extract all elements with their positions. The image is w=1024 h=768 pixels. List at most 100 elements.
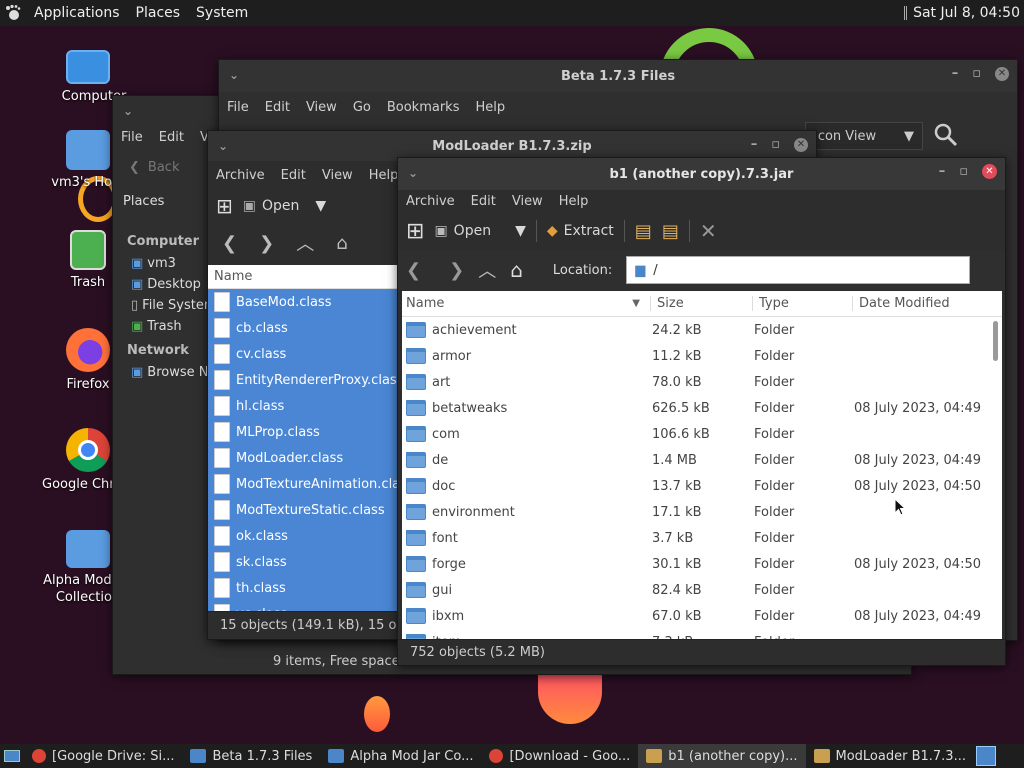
column-header-type[interactable]: Type xyxy=(752,296,852,311)
taskbar-item[interactable]: Beta 1.7.3 Files xyxy=(182,744,320,768)
beta-menu-view[interactable]: View xyxy=(306,100,337,115)
front-menu-help[interactable]: Help xyxy=(559,194,589,209)
window-menu-icon[interactable]: ⌄ xyxy=(123,104,133,118)
table-row[interactable]: environment 17.1 kB Folder xyxy=(402,499,1002,525)
forward-arrow-icon[interactable]: ❯ xyxy=(259,233,274,254)
table-row[interactable]: doc 13.7 kB Folder 08 July 2023, 04:50 xyxy=(402,473,1002,499)
jar-archive-window[interactable]: ⌄ b1 (another copy).7.3.jar – ▫ ✕ Archiv… xyxy=(397,157,1006,666)
column-header-date[interactable]: Date Modified xyxy=(852,296,992,311)
table-row[interactable]: com 106.6 kB Folder xyxy=(402,421,1002,447)
taskbar-item[interactable]: b1 (another copy)... xyxy=(638,744,806,768)
minimize-icon[interactable]: – xyxy=(952,66,959,81)
front-menu-view[interactable]: View xyxy=(512,194,543,209)
beta-menu-file[interactable]: File xyxy=(227,100,249,115)
maximize-icon[interactable]: ▫ xyxy=(972,66,981,81)
sidebar-item-browse-network[interactable]: ▣ Browse Network xyxy=(113,362,253,383)
list-item[interactable]: EntityRendererProxy.class xyxy=(208,367,398,393)
close-icon[interactable]: ✕ xyxy=(995,66,1009,81)
mid-menu-help[interactable]: Help xyxy=(369,168,399,183)
column-header-name[interactable]: Name xyxy=(208,265,398,289)
taskbar-item[interactable]: [Download - Goo... xyxy=(481,744,638,768)
list-item[interactable]: ModTextureStatic.class xyxy=(208,497,398,523)
table-row[interactable]: de 1.4 MB Folder 08 July 2023, 04:49 xyxy=(402,447,1002,473)
table-row[interactable]: art 78.0 kB Folder xyxy=(402,369,1002,395)
workspace-switcher-icon[interactable] xyxy=(975,746,996,766)
list-item[interactable]: BaseMod.class xyxy=(208,289,398,315)
open-button[interactable]: ▣ Open ▼ xyxy=(243,198,326,214)
chrome-icon xyxy=(66,428,110,472)
front-menu-edit[interactable]: Edit xyxy=(471,194,496,209)
close-icon[interactable]: ✕ xyxy=(794,137,808,152)
maximize-icon[interactable]: ▫ xyxy=(959,164,968,179)
location-input[interactable]: ▆ / xyxy=(626,256,971,284)
home-menu-edit[interactable]: Edit xyxy=(159,130,184,145)
forward-arrow-icon[interactable]: ❯ xyxy=(449,260,464,281)
list-item[interactable]: cb.class xyxy=(208,315,398,341)
window-menu-icon[interactable]: ⌄ xyxy=(218,139,228,153)
search-icon[interactable] xyxy=(933,122,959,153)
sidebar-item-desktop[interactable]: ▣ Desktop xyxy=(113,274,209,295)
view-mode-select[interactable]: Icon View ▼ xyxy=(805,122,923,150)
window-menu-icon[interactable]: ⌄ xyxy=(229,68,239,82)
list-item[interactable]: ModLoader.class xyxy=(208,445,398,471)
open-dropdown-icon[interactable]: ▼ xyxy=(515,223,526,239)
beta-menu-help[interactable]: Help xyxy=(475,100,505,115)
list-item[interactable]: th.class xyxy=(208,575,398,601)
stop-icon[interactable]: ✕ xyxy=(700,219,717,243)
up-arrow-icon[interactable]: ︿ xyxy=(296,230,314,256)
gnome-foot-icon[interactable] xyxy=(0,0,26,26)
sidebar-item-vm3[interactable]: ▣ vm3 xyxy=(113,253,209,274)
table-row[interactable]: betatweaks 626.5 kB Folder 08 July 2023, 04… xyxy=(402,395,1002,421)
table-row[interactable]: font 3.7 kB Folder xyxy=(402,525,1002,551)
beta-menu-go[interactable]: Go xyxy=(353,100,371,115)
column-header-size[interactable]: Size xyxy=(650,296,752,311)
list-item[interactable]: cv.class xyxy=(208,341,398,367)
home-icon[interactable]: ⌂ xyxy=(510,258,523,282)
new-archive-icon[interactable]: ⊞ xyxy=(406,219,424,244)
open-button[interactable]: ▣ Open xyxy=(434,223,491,239)
taskbar-item[interactable]: [Google Drive: Si... xyxy=(24,744,182,768)
beta-menu-edit[interactable]: Edit xyxy=(265,100,290,115)
mid-menu-view[interactable]: View xyxy=(322,168,353,183)
add-folder-icon[interactable]: ▤ xyxy=(662,221,679,242)
list-item[interactable]: sk.class xyxy=(208,549,398,575)
clock-area[interactable]: Sat Jul 8, 04:50 xyxy=(904,0,1020,26)
column-header-name[interactable]: Name ▼ xyxy=(402,296,650,311)
extract-button[interactable]: ◆ Extract xyxy=(547,223,614,239)
up-arrow-icon[interactable]: ︿ xyxy=(478,257,496,283)
home-menu-file[interactable]: File xyxy=(121,130,143,145)
applications-menu[interactable]: Applications xyxy=(26,5,128,21)
front-menu-archive[interactable]: Archive xyxy=(406,194,455,209)
new-archive-icon[interactable]: ⊞ xyxy=(216,194,233,218)
beta-menu-bookmarks[interactable]: Bookmarks xyxy=(387,100,460,115)
places-menu[interactable]: Places xyxy=(128,5,189,21)
table-row[interactable]: achievement 24.2 kB Folder xyxy=(402,317,1002,343)
taskbar-item[interactable]: Alpha Mod Jar Co... xyxy=(320,744,481,768)
show-desktop-icon[interactable] xyxy=(0,744,24,768)
sidebar-item-trash[interactable]: ▣ Trash xyxy=(113,316,209,337)
mid-menu-archive[interactable]: Archive xyxy=(216,168,265,183)
list-item[interactable]: ok.class xyxy=(208,523,398,549)
add-files-icon[interactable]: ▤ xyxy=(635,221,652,242)
taskbar-item[interactable]: ModLoader B1.7.3... xyxy=(806,744,974,768)
close-icon[interactable]: ✕ xyxy=(982,164,997,179)
maximize-icon[interactable]: ▫ xyxy=(771,137,780,152)
list-item[interactable]: vc.class xyxy=(208,601,398,611)
window-menu-icon[interactable]: ⌄ xyxy=(408,166,418,180)
back-arrow-icon[interactable]: ❮ xyxy=(406,260,421,281)
table-row[interactable]: ibxm 67.0 kB Folder 08 July 2023, 04:49 xyxy=(402,603,1002,629)
vertical-scrollbar[interactable] xyxy=(993,321,998,361)
list-item[interactable]: MLProp.class xyxy=(208,419,398,445)
table-row[interactable]: armor 11.2 kB Folder xyxy=(402,343,1002,369)
table-row[interactable]: forge 30.1 kB Folder 08 July 2023, 04:50 xyxy=(402,551,1002,577)
minimize-icon[interactable]: – xyxy=(939,164,946,179)
sidebar-item-filesystem[interactable]: ▯ File System xyxy=(113,295,217,316)
mid-menu-edit[interactable]: Edit xyxy=(281,168,306,183)
system-menu[interactable]: System xyxy=(188,5,256,21)
back-arrow-icon[interactable]: ❮ xyxy=(222,233,237,254)
list-item[interactable]: ModTextureAnimation.class xyxy=(208,471,398,497)
home-icon[interactable]: ⌂ xyxy=(336,233,347,254)
table-row[interactable]: gui 82.4 kB Folder xyxy=(402,577,1002,603)
list-item[interactable]: hl.class xyxy=(208,393,398,419)
minimize-icon[interactable]: – xyxy=(751,137,758,152)
